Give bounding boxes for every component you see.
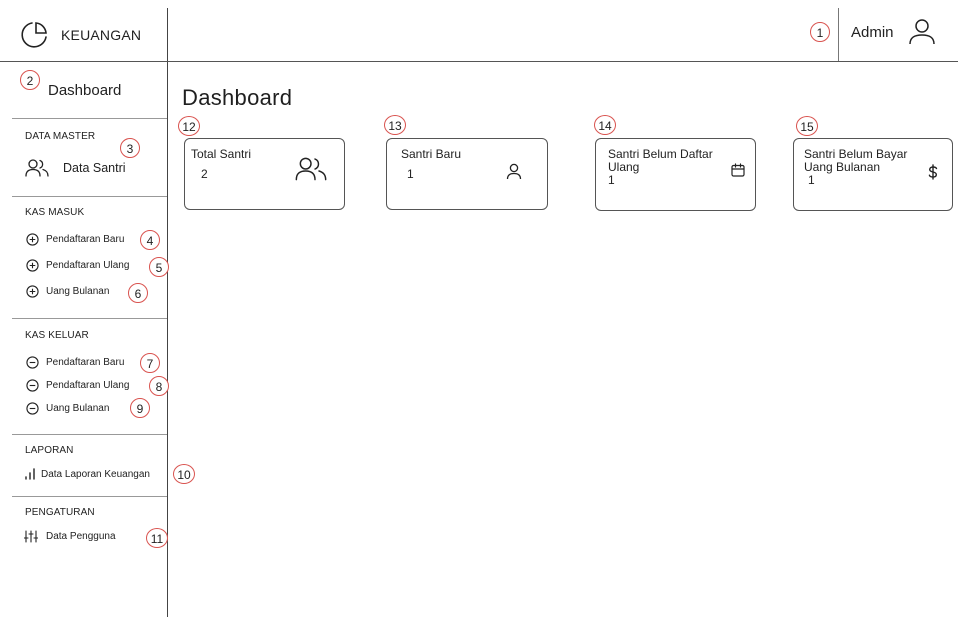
section-title-kas-masuk: KAS MASUK: [25, 207, 85, 218]
section-title-pengaturan: PENGATURAN: [25, 507, 95, 518]
plus-circle-icon: [26, 233, 39, 246]
marker-15: 15: [796, 116, 818, 136]
sidebar-item-label: Pendaftaran Baru: [46, 357, 125, 368]
brand-logo[interactable]: KEUANGAN: [19, 20, 141, 50]
marker-7: 7: [140, 353, 160, 373]
marker-13: 13: [384, 115, 406, 135]
sidebar-item-data-santri[interactable]: Data Santri: [25, 159, 126, 177]
stat-card-santri-baru[interactable]: Santri Baru 1: [386, 138, 548, 210]
sidebar-item-label: Uang Bulanan: [46, 403, 110, 414]
card-label-line-2: Uang Bulanan: [804, 160, 881, 174]
card-label: Santri Baru: [401, 147, 462, 161]
stat-card-total-santri[interactable]: Total Santri 2: [184, 138, 345, 210]
marker-2: 2: [20, 70, 40, 90]
marker-6: 6: [128, 283, 148, 303]
card-value: 1: [808, 173, 815, 187]
marker-4: 4: [140, 230, 160, 250]
minus-circle-icon: [26, 402, 39, 415]
card-value: 2: [201, 167, 208, 181]
marker-12: 12: [178, 116, 200, 136]
plus-circle-icon: [26, 259, 39, 272]
sidebar-item-kas-masuk-uang-bulanan[interactable]: Uang Bulanan: [26, 285, 109, 298]
sidebar-item-label: Data Laporan Keuangan: [41, 468, 150, 480]
sidebar-divider-2: [12, 196, 167, 197]
marker-1: 1: [810, 22, 830, 42]
minus-circle-icon: [26, 379, 39, 392]
minus-circle-icon: [26, 356, 39, 369]
marker-11: 11: [146, 528, 168, 548]
user-icon: [908, 18, 936, 46]
sidebar-divider-4: [12, 434, 167, 435]
admin-label: Admin: [851, 23, 894, 41]
brand-name: KEUANGAN: [61, 27, 142, 43]
marker-3: 3: [120, 138, 140, 158]
marker-10: 10: [173, 464, 195, 484]
plus-circle-icon: [26, 285, 39, 298]
sidebar-item-label: Pendaftaran Ulang: [46, 380, 130, 391]
dollar-icon: [927, 164, 939, 180]
page-title: Dashboard: [182, 85, 293, 110]
sidebar-item-kas-masuk-pendaftaran-ulang[interactable]: Pendaftaran Ulang: [26, 259, 129, 272]
calendar-icon: [731, 163, 745, 177]
bar-chart-icon: [24, 468, 36, 480]
sidebar-item-kas-keluar-pendaftaran-ulang[interactable]: Pendaftaran Ulang: [26, 379, 129, 392]
marker-5: 5: [149, 257, 169, 277]
pie-chart-icon: [19, 20, 49, 50]
sidebar-divider-5: [12, 496, 167, 497]
header-divider: [0, 61, 958, 62]
admin-menu[interactable]: Admin: [851, 18, 936, 46]
card-label: Santri Belum Bayar: [804, 147, 908, 161]
stat-card-belum-daftar-ulang[interactable]: Santri Belum Daftar Ulang 1: [595, 138, 756, 211]
sidebar-item-label: Pendaftaran Ulang: [46, 260, 130, 271]
card-label: Santri Belum Daftar: [608, 147, 713, 161]
stat-card-belum-bayar-uang-bulanan[interactable]: Santri Belum Bayar Uang Bulanan 1: [793, 138, 953, 211]
card-value: 1: [407, 167, 414, 181]
sidebar-item-dashboard[interactable]: Dashboard: [48, 82, 121, 99]
card-label: Total Santri: [191, 147, 252, 161]
users-icon: [25, 159, 49, 177]
users-icon: [295, 157, 327, 181]
sidebar-item-label: Data Pengguna: [46, 531, 116, 542]
sidebar-item-kas-masuk-pendaftaran-baru[interactable]: Pendaftaran Baru: [26, 233, 124, 246]
sidebar-item-kas-keluar-pendaftaran-baru[interactable]: Pendaftaran Baru: [26, 356, 124, 369]
sidebar-item-kas-keluar-uang-bulanan[interactable]: Uang Bulanan: [26, 402, 109, 415]
card-label-line-2: Ulang: [608, 160, 640, 174]
sidebar-item-data-laporan-keuangan[interactable]: Data Laporan Keuangan: [24, 468, 150, 480]
card-value: 1: [608, 173, 615, 187]
sidebar-item-label: Pendaftaran Baru: [46, 234, 125, 245]
user-icon: [506, 163, 522, 180]
sidebar-item-label: Data Santri: [63, 161, 126, 175]
section-title-laporan: LAPORAN: [25, 445, 74, 456]
sidebar-item-label: Uang Bulanan: [46, 286, 110, 297]
section-title-data-master: DATA MASTER: [25, 131, 96, 142]
sidebar-item-data-pengguna[interactable]: Data Pengguna: [24, 530, 116, 543]
sidebar-divider-1: [12, 118, 167, 119]
header-user-divider: [838, 8, 839, 61]
marker-9: 9: [130, 398, 150, 418]
marker-8: 8: [149, 376, 169, 396]
sliders-icon: [24, 530, 38, 543]
sidebar-divider: [167, 8, 168, 617]
sidebar-divider-3: [12, 318, 167, 319]
marker-14: 14: [594, 115, 616, 135]
section-title-kas-keluar: KAS KELUAR: [25, 330, 89, 341]
